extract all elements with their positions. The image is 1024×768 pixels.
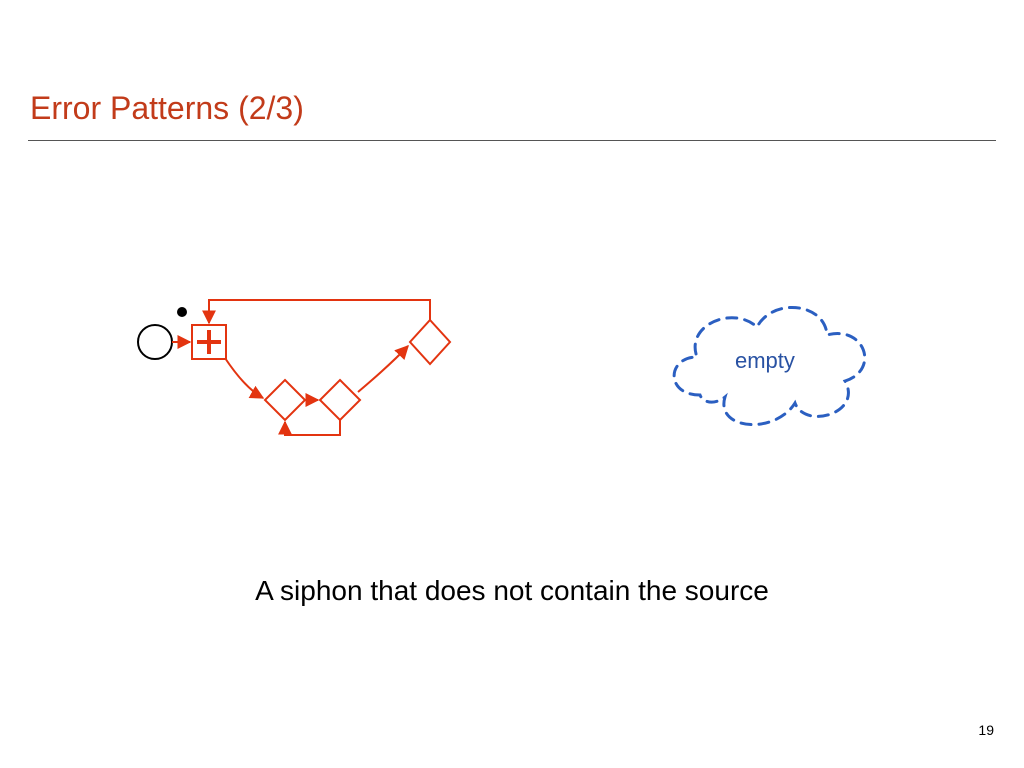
title-divider [28, 140, 996, 141]
parallel-gateway-icon [192, 325, 226, 359]
slide-title: Error Patterns (2/3) [30, 90, 304, 127]
page-number: 19 [978, 722, 994, 738]
slide: Error Patterns (2/3) [0, 0, 1024, 768]
slide-caption: A siphon that does not contain the sourc… [0, 575, 1024, 607]
decision-diamond-icon [410, 320, 450, 364]
cloud-label: empty [735, 348, 795, 374]
arrow-icon [358, 346, 408, 392]
decision-diamond-icon [265, 380, 305, 420]
decision-diamond-icon [320, 380, 360, 420]
arrow-icon [225, 358, 263, 398]
source-place-icon [138, 325, 172, 359]
token-dot-icon [177, 307, 187, 317]
workflow-diagram [130, 280, 470, 450]
feedback-arrow-icon [209, 300, 430, 323]
loop-arrow-icon [285, 420, 340, 435]
